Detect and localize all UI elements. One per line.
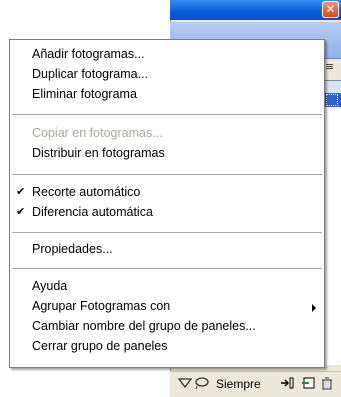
panel-status-bar: Siempre — [170, 371, 341, 397]
menu-item-duplicate-frame[interactable]: Duplicar fotograma... — [10, 65, 324, 84]
menu-item-label: Agrupar Fotogramas con — [32, 299, 171, 313]
frame-selection-marker — [326, 94, 338, 106]
loop-icon[interactable] — [194, 377, 210, 392]
insert-frame-icon[interactable] — [280, 377, 294, 392]
menu-item-add-frames[interactable]: Añadir fotogramas... — [10, 45, 324, 64]
onion-skin-icon[interactable] — [177, 377, 193, 392]
menu-item-label: Eliminar fotograma — [32, 87, 137, 101]
menu-separator — [12, 174, 322, 175]
menu-item-label: Cambiar nombre del grupo de paneles... — [32, 319, 256, 333]
trash-icon[interactable] — [321, 377, 333, 393]
menu-separator — [12, 232, 322, 233]
menu-item-label: Distribuir en fotogramas — [32, 146, 165, 160]
context-menu: Añadir fotogramas... Duplicar fotograma.… — [9, 39, 325, 368]
menu-item-auto-crop[interactable]: ✔ Recorte automático — [10, 183, 324, 202]
menu-item-rename-panel-group[interactable]: Cambiar nombre del grupo de paneles... — [10, 317, 324, 336]
menu-item-distribute-to-frames[interactable]: Distribuir en fotogramas — [10, 144, 324, 163]
status-label[interactable]: Siempre — [216, 377, 261, 391]
menu-item-label: Recorte automático — [32, 185, 141, 199]
options-menu-icon[interactable]: ≡ — [325, 61, 337, 72]
new-frame-icon[interactable] — [301, 377, 315, 392]
menu-item-properties[interactable]: Propiedades... — [10, 240, 324, 259]
menu-item-close-panel-group[interactable]: Cerrar grupo de paneles — [10, 337, 324, 356]
menu-item-label: Copiar en fotogramas... — [32, 126, 163, 140]
menu-item-label: Diferencia automática — [32, 205, 153, 219]
menu-item-label: Cerrar grupo de paneles — [32, 339, 168, 353]
close-button[interactable]: ✕ — [322, 1, 339, 18]
menu-separator — [12, 268, 322, 269]
menu-item-label: Añadir fotogramas... — [32, 47, 145, 61]
panel-titlebar: ✕ — [170, 0, 341, 20]
submenu-arrow-icon — [312, 304, 316, 312]
menu-item-help[interactable]: Ayuda — [10, 277, 324, 296]
checkmark-icon: ✔ — [16, 206, 26, 218]
menu-separator — [12, 114, 322, 115]
menu-item-label: Ayuda — [32, 279, 68, 293]
menu-item-delete-frame[interactable]: Eliminar fotograma — [10, 85, 324, 104]
checkmark-icon: ✔ — [16, 186, 26, 198]
menu-item-group-frames-with[interactable]: Agrupar Fotogramas con — [10, 297, 324, 316]
menu-item-copy-to-frames: Copiar en fotogramas... — [10, 124, 324, 143]
menu-item-label: Propiedades... — [32, 242, 113, 256]
menu-item-label: Duplicar fotograma... — [32, 67, 149, 81]
menu-item-auto-difference[interactable]: ✔ Diferencia automática — [10, 203, 324, 222]
